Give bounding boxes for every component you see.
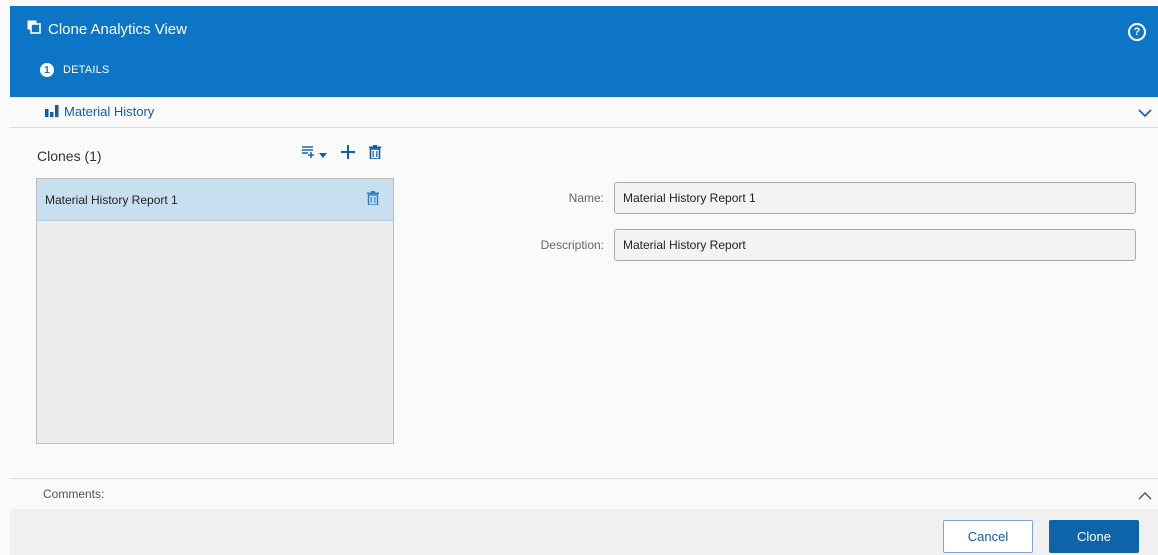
dialog-title-row: Clone Analytics View: [27, 20, 187, 38]
clones-toolbar: [301, 145, 381, 164]
description-label: Description:: [540, 238, 604, 252]
add-from-list-icon[interactable]: [301, 145, 315, 164]
cancel-button[interactable]: Cancel: [943, 520, 1033, 553]
trash-icon[interactable]: [369, 145, 381, 164]
list-item-label: Material History Report 1: [45, 192, 178, 207]
name-label: Name:: [568, 191, 604, 205]
chevron-down-icon[interactable]: [1138, 105, 1152, 123]
help-icon[interactable]: ?: [1128, 23, 1146, 41]
clone-icon: [27, 20, 41, 38]
name-field[interactable]: Material History Report 1: [614, 182, 1136, 214]
list-item[interactable]: Material History Report 1: [37, 179, 393, 221]
clones-heading: Clones (1): [37, 148, 102, 164]
delete-item-icon[interactable]: [367, 191, 379, 208]
dialog-footer: Cancel Clone: [10, 509, 1158, 555]
dropdown-caret-icon[interactable]: [319, 146, 327, 164]
dialog-header: Clone Analytics View ? 1 DETAILS: [10, 6, 1158, 97]
comments-section-header[interactable]: Comments:: [10, 478, 1158, 510]
clone-button[interactable]: Clone: [1049, 520, 1139, 553]
bar-chart-icon: [44, 103, 60, 120]
section-title: Material History: [64, 104, 155, 119]
comments-label: Comments:: [43, 487, 105, 501]
step-details[interactable]: 1 DETAILS: [40, 63, 109, 77]
step-number-badge: 1: [40, 63, 54, 77]
plus-icon[interactable]: [341, 145, 355, 164]
description-field[interactable]: Material History Report: [614, 229, 1136, 261]
section-header-material-history[interactable]: Material History: [10, 97, 1158, 128]
dialog-title: Clone Analytics View: [48, 20, 187, 38]
step-label: DETAILS: [63, 64, 110, 76]
chevron-up-icon[interactable]: [1138, 488, 1152, 506]
section-title-group: Material History: [44, 103, 154, 120]
clones-list[interactable]: Material History Report 1: [36, 178, 394, 444]
